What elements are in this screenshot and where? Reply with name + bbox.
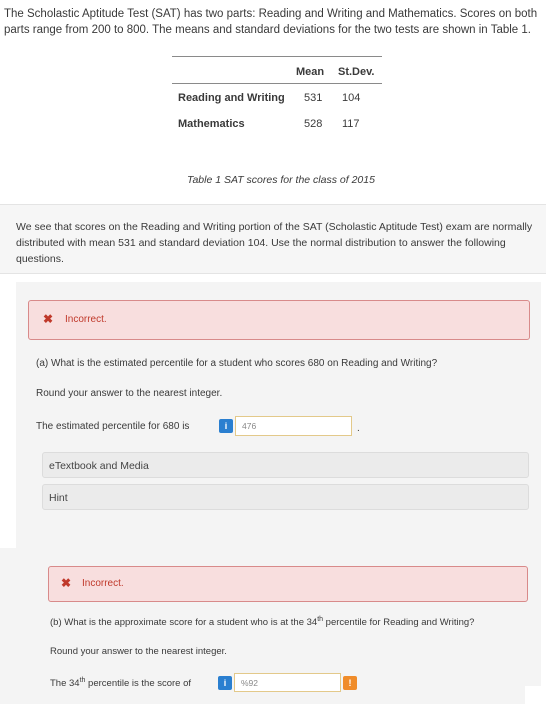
part-b-question: (b) What is the approximate score for a … xyxy=(50,616,474,628)
part-b-answer-post: percentile is the score of xyxy=(85,678,192,690)
incorrect-x-icon: ✖ xyxy=(43,312,54,326)
table-row: Reading and Writing 531 104 xyxy=(172,84,382,110)
table-cell-sd: 104 xyxy=(342,92,361,104)
part-b-panel: ✖ Incorrect. (b) What is the approximate… xyxy=(0,548,528,704)
part-b-question-pre: (b) What is the approximate score for a … xyxy=(50,617,318,629)
intro-paragraph: The Scholastic Aptitude Test (SAT) has t… xyxy=(4,8,538,36)
warning-icon[interactable]: ! xyxy=(343,676,357,690)
part-b-instruction: Round your answer to the nearest integer… xyxy=(50,646,227,657)
part-a-answer-prefix: The estimated percentile for 680 is xyxy=(36,421,190,432)
part-a-instruction: Round your answer to the nearest integer… xyxy=(36,388,223,399)
sat-table: Mean St.Dev. Reading and Writing 531 104… xyxy=(172,56,382,136)
info-icon[interactable]: i xyxy=(218,676,232,690)
part-a-answer-input[interactable]: 476 xyxy=(235,416,352,436)
table-row: Mathematics 528 117 xyxy=(172,110,382,136)
incorrect-banner: ✖ Incorrect. xyxy=(48,566,528,602)
incorrect-x-icon: ✖ xyxy=(61,576,72,590)
table-row-label: Reading and Writing xyxy=(178,92,285,104)
part-b-question-post: percentile for Reading and Writing? xyxy=(323,617,475,629)
answer-period: . xyxy=(357,423,360,434)
table-header-mean: Mean xyxy=(296,66,325,78)
table-cell-sd: 117 xyxy=(342,118,360,130)
table-header-row: Mean St.Dev. xyxy=(172,57,382,84)
table-row-label: Mathematics xyxy=(178,118,245,130)
table-cell-mean: 531 xyxy=(304,92,323,104)
etextbook-media-button[interactable]: eTextbook and Media xyxy=(42,452,529,478)
context-text: We see that scores on the Reading and Wr… xyxy=(16,221,533,265)
incorrect-banner: ✖ Incorrect. xyxy=(28,300,530,340)
hint-button[interactable]: Hint xyxy=(42,484,529,510)
incorrect-label: Incorrect. xyxy=(65,314,107,325)
context-panel: We see that scores on the Reading and Wr… xyxy=(0,204,546,274)
part-b-answer-pre: The 34 xyxy=(50,678,80,690)
part-b-answer-prefix: The 34th percentile is the score of xyxy=(50,677,191,689)
table-caption: Table 1 SAT scores for the class of 2015 xyxy=(187,174,375,186)
info-icon[interactable]: i xyxy=(219,419,233,433)
part-a-question: (a) What is the estimated percentile for… xyxy=(36,358,438,369)
table-header-sd: St.Dev. xyxy=(338,66,375,78)
incorrect-label: Incorrect. xyxy=(82,578,124,589)
table-cell-mean: 528 xyxy=(304,118,323,130)
part-b-answer-input[interactable]: %92 xyxy=(234,673,341,692)
